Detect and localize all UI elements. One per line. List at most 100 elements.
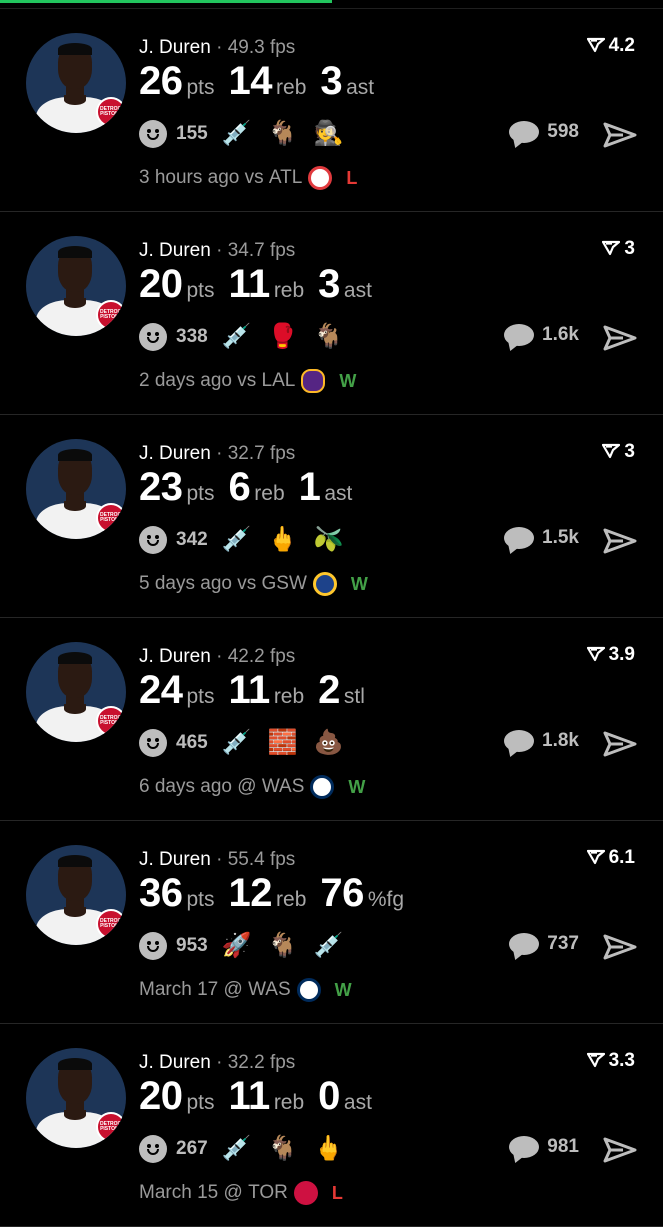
stat-pts: 26 pts xyxy=(139,59,215,104)
reaction-emoji[interactable]: 🚀 xyxy=(222,932,252,960)
smiley-icon[interactable] xyxy=(139,120,167,148)
comments-button[interactable]: 1.6k xyxy=(504,324,579,346)
wizards-logo xyxy=(296,978,321,1002)
player-name[interactable]: J. Duren xyxy=(139,37,211,58)
smiley-icon[interactable] xyxy=(139,323,167,351)
fps-value: 34.7 fps xyxy=(227,240,296,261)
reactions-row[interactable]: 155 💉 🐐 🕵️ xyxy=(139,119,359,149)
reaction-emoji[interactable]: 💉 xyxy=(222,1135,252,1163)
stat-reb: 11 reb xyxy=(229,262,305,307)
stat-value: 36 xyxy=(139,871,183,915)
warriors-logo xyxy=(312,572,337,596)
reaction-emoji[interactable]: 🐐 xyxy=(313,323,343,351)
stat-line: 36 pts 12 reb 76 %fg xyxy=(139,871,418,916)
player-avatar[interactable]: DETROIT PISTONS xyxy=(26,1048,126,1148)
reaction-emoji[interactable]: 💉 xyxy=(222,323,252,351)
send-icon xyxy=(603,325,637,351)
header-line: J. Duren · 55.4 fps xyxy=(139,849,295,871)
share-button[interactable] xyxy=(603,527,637,560)
stat-pts: 23 pts xyxy=(139,465,215,510)
reaction-emoji[interactable]: 💉 xyxy=(222,120,252,148)
opponent-abbr: LAL xyxy=(261,370,296,391)
player-name[interactable]: J. Duren xyxy=(139,1052,211,1073)
score-display: 3.3 xyxy=(586,1050,635,1072)
stat-value: 11 xyxy=(228,1074,271,1118)
reaction-emoji[interactable]: 💉 xyxy=(313,932,343,960)
player-avatar[interactable]: DETROIT PISTONS xyxy=(26,845,126,945)
opponent-abbr: ATL xyxy=(268,167,303,188)
venue-marker: @ xyxy=(223,979,243,1000)
reactions-row[interactable]: 267 💉 🐐 🖕 xyxy=(139,1134,359,1164)
post-feed[interactable]: DETROIT PISTONS J. Duren · 49.3 fps 4.2 2… xyxy=(0,8,663,1227)
smiley-icon[interactable] xyxy=(139,1135,167,1163)
reaction-emoji[interactable]: 💩 xyxy=(313,729,343,757)
stat-unit: reb xyxy=(273,279,305,302)
comment-bubble-icon xyxy=(504,324,535,346)
share-button[interactable] xyxy=(603,1136,637,1169)
comments-button[interactable]: 1.5k xyxy=(504,527,579,549)
opponent-abbr: TOR xyxy=(248,1182,288,1203)
share-button[interactable] xyxy=(603,121,637,154)
reaction-emoji[interactable]: 💉 xyxy=(222,729,252,757)
reaction-emoji[interactable]: 🕵️ xyxy=(313,120,343,148)
score-display: 3 xyxy=(602,238,635,260)
reactions-row[interactable]: 338 💉 🥊 🐐 xyxy=(139,322,359,352)
share-button[interactable] xyxy=(603,730,637,763)
post-card[interactable]: DETROIT PISTONS J. Duren · 34.7 fps 3 20 p… xyxy=(0,212,663,415)
stat-reb: 6 reb xyxy=(229,465,285,510)
reaction-emoji[interactable]: 🫒 xyxy=(313,526,343,554)
stat-stl: 2 stl xyxy=(318,668,365,713)
player-name[interactable]: J. Duren xyxy=(139,240,211,261)
stat-line: 26 pts 14 reb 3 ast xyxy=(139,59,388,104)
player-avatar[interactable]: DETROIT PISTONS xyxy=(26,642,126,742)
reactions-row[interactable]: 342 💉 🖕 🫒 xyxy=(139,525,359,555)
reaction-emoji[interactable]: 🖕 xyxy=(268,526,298,554)
stat-value: 0 xyxy=(318,1074,340,1118)
smiley-icon[interactable] xyxy=(139,526,167,554)
post-card[interactable]: DETROIT PISTONS J. Duren · 32.2 fps 3.3 2… xyxy=(0,1024,663,1227)
comments-button[interactable]: 1.8k xyxy=(504,730,579,752)
stat-value: 76 xyxy=(320,871,364,915)
comments-button[interactable]: 598 xyxy=(509,121,579,143)
player-avatar[interactable]: DETROIT PISTONS xyxy=(26,439,126,539)
opponent-abbr: WAS xyxy=(261,776,305,797)
reaction-emoji[interactable]: 💉 xyxy=(222,526,252,554)
reactions-row[interactable]: 953 🚀 🐐 💉 xyxy=(139,931,359,961)
player-name[interactable]: J. Duren xyxy=(139,646,211,667)
player-avatar[interactable]: DETROIT PISTONS xyxy=(26,33,126,133)
fps-value: 49.3 fps xyxy=(227,37,296,58)
reaction-emoji[interactable]: 🖕 xyxy=(313,1135,343,1163)
post-card[interactable]: DETROIT PISTONS J. Duren · 49.3 fps 4.2 2… xyxy=(0,8,663,212)
game-result: W xyxy=(350,573,368,594)
post-card[interactable]: DETROIT PISTONS J. Duren · 32.7 fps 3 23 p… xyxy=(0,415,663,618)
player-name[interactable]: J. Duren xyxy=(139,849,211,870)
game-info: 2 days ago vs LAL W xyxy=(139,369,356,393)
comment-count: 598 xyxy=(547,121,579,142)
reaction-count: 465 xyxy=(176,732,208,753)
stat-pts: 20 pts xyxy=(139,1074,215,1119)
share-button[interactable] xyxy=(603,933,637,966)
reactions-row[interactable]: 465 💉 🧱 💩 xyxy=(139,728,359,758)
stat-unit: stl xyxy=(343,685,365,708)
time-ago: 3 hours ago xyxy=(139,167,240,188)
reaction-emoji[interactable]: 🐐 xyxy=(268,932,298,960)
smiley-icon[interactable] xyxy=(139,729,167,757)
reaction-emoji[interactable]: 🥊 xyxy=(268,323,298,351)
reaction-emoji[interactable]: 🧱 xyxy=(268,729,298,757)
lakers-logo xyxy=(301,369,326,393)
post-card[interactable]: DETROIT PISTONS J. Duren · 55.4 fps 6.1 3… xyxy=(0,821,663,1024)
stat-value: 1 xyxy=(298,465,321,509)
comment-count: 981 xyxy=(547,1136,579,1157)
game-result: L xyxy=(346,167,358,188)
reaction-emoji[interactable]: 🐐 xyxy=(268,120,298,148)
reaction-emoji[interactable]: 🐐 xyxy=(268,1135,298,1163)
comments-button[interactable]: 737 xyxy=(509,933,579,955)
post-card[interactable]: DETROIT PISTONS J. Duren · 42.2 fps 3.9 2… xyxy=(0,618,663,821)
comments-button[interactable]: 981 xyxy=(509,1136,579,1158)
wizards-logo xyxy=(310,775,335,799)
player-avatar[interactable]: DETROIT PISTONS xyxy=(26,236,126,336)
player-name[interactable]: J. Duren xyxy=(139,443,211,464)
smiley-icon[interactable] xyxy=(139,932,167,960)
score-value: 3.9 xyxy=(608,644,635,665)
share-button[interactable] xyxy=(603,324,637,357)
